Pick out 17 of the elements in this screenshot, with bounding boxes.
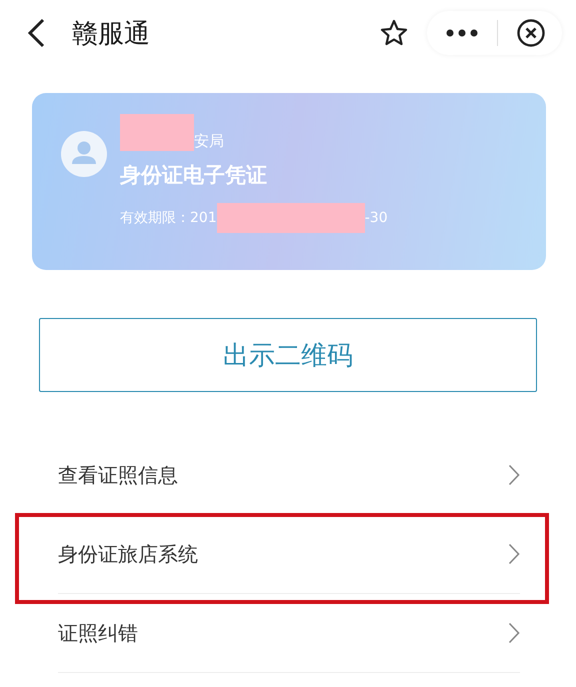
page-title: 赣服通	[72, 18, 150, 50]
menu-item[interactable]: 证照纠错	[58, 594, 520, 673]
show-qr-code-button[interactable]: 出示二维码	[39, 318, 537, 392]
avatar-icon	[61, 131, 107, 177]
more-icon[interactable]	[445, 28, 479, 38]
validity-text: 有效期限：201	[120, 209, 217, 227]
menu-item[interactable]: 身份证旅店系统	[58, 515, 520, 594]
chevron-icon	[508, 464, 520, 486]
issuer-text: 安局	[194, 132, 224, 151]
star-icon[interactable]	[379, 18, 409, 48]
chevron-icon	[508, 622, 520, 644]
menu-item[interactable]: 查看证照信息	[58, 436, 520, 515]
back-icon[interactable]	[26, 18, 46, 48]
validity-text: -30	[364, 210, 388, 226]
card-title: 身份证电子凭证	[120, 162, 268, 189]
chevron-icon	[508, 543, 520, 565]
close-icon[interactable]	[516, 18, 546, 48]
